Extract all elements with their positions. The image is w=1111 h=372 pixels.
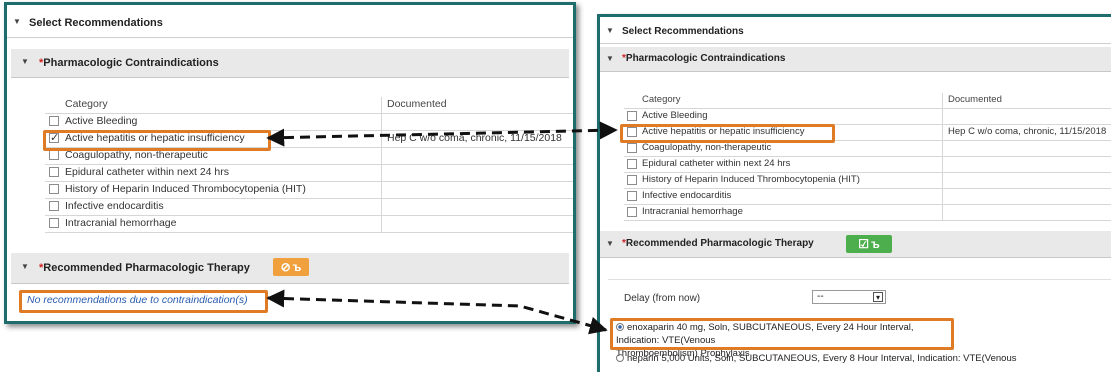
row-checkbox[interactable] [627, 175, 637, 185]
column-divider [942, 157, 943, 173]
row-checkbox[interactable] [627, 111, 637, 121]
column-divider [381, 97, 382, 114]
table-row[interactable]: Intracranial hemorrhage [624, 205, 1111, 221]
contraindications-title: Pharmacologic Contraindications [43, 57, 219, 69]
delay-select[interactable]: -- ▾ [812, 290, 886, 304]
table-row[interactable]: Epidural catheter within next 24 hrs [45, 165, 573, 182]
therapy-title: Recommended Pharmacologic Therapy [43, 262, 250, 274]
column-header-category: Category [65, 98, 108, 110]
collapse-triangle-icon[interactable]: ▼ [21, 262, 29, 271]
select-recommendations-header[interactable]: ▼ Select Recommendations [600, 21, 1111, 44]
column-divider [942, 93, 943, 109]
contraindications-header[interactable]: ▼ *Pharmacologic Contraindications [11, 49, 569, 78]
approved-badge[interactable]: ☑ ъ [846, 235, 892, 253]
column-header-documented: Documented [948, 94, 1002, 105]
column-divider [381, 182, 382, 199]
table-row[interactable]: Active Bleeding [45, 114, 573, 131]
table-row[interactable]: Infective endocarditis [45, 199, 573, 216]
checkbox-icon: ☑ [858, 237, 869, 251]
collapse-triangle-icon[interactable]: ▼ [606, 239, 614, 248]
right-screenshot-panel: ▼ Select Recommendations ▼ *Pharmacologi… [597, 14, 1111, 372]
row-checkbox[interactable] [49, 184, 59, 194]
contraindications-table: Category Documented Active Bleeding Acti… [624, 93, 1111, 231]
row-category: Epidural catheter within next 24 hrs [642, 158, 791, 169]
left-screenshot-panel: ▼ Select Recommendations ▼ *Pharmacologi… [4, 2, 576, 324]
row-checkbox[interactable] [49, 150, 59, 160]
row-checkbox[interactable] [627, 191, 637, 201]
contraindications-header[interactable]: ▼ *Pharmacologic Contraindications [600, 47, 1111, 72]
collapse-triangle-icon[interactable]: ▼ [21, 57, 29, 66]
row-checkbox[interactable] [627, 159, 637, 169]
table-row[interactable]: History of Heparin Induced Thrombocytope… [624, 173, 1111, 189]
delay-label: Delay (from now) [624, 293, 701, 304]
row-checkbox[interactable] [49, 201, 59, 211]
column-divider [381, 165, 382, 182]
column-divider [942, 141, 943, 157]
column-divider [381, 216, 382, 233]
section-title: Select Recommendations [622, 26, 744, 37]
column-divider [942, 109, 943, 125]
syringe-icon: ъ [871, 237, 880, 251]
column-divider [942, 205, 943, 221]
column-divider [942, 125, 943, 141]
column-divider [942, 189, 943, 205]
row-category: History of Heparin Induced Thrombocytope… [65, 183, 306, 195]
therapy-title: Recommended Pharmacologic Therapy [625, 238, 814, 249]
column-header-documented: Documented [387, 98, 447, 110]
section-title: Select Recommendations [29, 17, 163, 29]
delay-select-value: -- [817, 291, 824, 302]
table-header-row: Category Documented [45, 97, 573, 114]
contraindications-title: Pharmacologic Contraindications [625, 53, 786, 64]
column-divider [942, 173, 943, 189]
row-category: Active Bleeding [65, 115, 138, 127]
column-divider [381, 114, 382, 131]
row-category: Epidural catheter within next 24 hrs [65, 166, 230, 178]
select-recommendations-header[interactable]: ▼ Select Recommendations [7, 11, 573, 38]
highlight-box [43, 130, 271, 151]
row-checkbox[interactable] [49, 167, 59, 177]
collapse-triangle-icon[interactable]: ▼ [606, 54, 614, 63]
row-category: Intracranial hemorrhage [642, 206, 743, 217]
divider [608, 267, 1111, 280]
chevron-down-icon[interactable]: ▾ [873, 292, 883, 302]
highlight-box [19, 290, 268, 313]
row-checkbox[interactable] [627, 143, 637, 153]
table-row[interactable]: Epidural catheter within next 24 hrs [624, 157, 1111, 173]
row-category: History of Heparin Induced Thrombocytope… [642, 174, 860, 185]
row-category: Active Bleeding [642, 110, 708, 121]
table-row[interactable]: Intracranial hemorrhage [45, 216, 573, 233]
syringe-icon: ъ [292, 260, 302, 274]
row-category: Infective endocarditis [642, 190, 732, 201]
row-checkbox[interactable] [49, 116, 59, 126]
therapy-header[interactable]: ▼ *Recommended Pharmacologic Therapy ⊘ ъ [11, 253, 569, 284]
collapse-triangle-icon[interactable]: ▼ [606, 26, 614, 35]
row-category: Infective endocarditis [65, 200, 164, 212]
row-documented: Hep C w/o coma, chronic, 11/15/2018 [948, 126, 1107, 137]
contraindicated-badge[interactable]: ⊘ ъ [273, 258, 309, 276]
column-divider [381, 131, 382, 148]
prohibited-icon: ⊘ [280, 260, 291, 274]
table-row[interactable]: Coagulopathy, non-therapeutic [624, 141, 1111, 157]
therapy-header[interactable]: ▼ *Recommended Pharmacologic Therapy ☑ ъ [600, 231, 1111, 258]
column-divider [381, 148, 382, 165]
table-header-row: Category Documented [624, 93, 1111, 109]
row-documented: Hep C w/o coma, chronic, 11/15/2018 [387, 132, 562, 144]
row-checkbox[interactable] [49, 218, 59, 228]
column-header-category: Category [642, 94, 681, 105]
contraindications-table: Category Documented Active Bleeding ✓ Ac… [45, 97, 573, 245]
row-checkbox[interactable] [627, 207, 637, 217]
table-row[interactable]: History of Heparin Induced Thrombocytope… [45, 182, 573, 199]
highlight-box [610, 318, 954, 350]
highlight-box [620, 124, 835, 143]
option-text: heparin 5,000 Units, Soln, SUBCUTANEOUS,… [627, 353, 1017, 364]
column-divider [381, 199, 382, 216]
row-category: Coagulopathy, non-therapeutic [642, 142, 772, 153]
recommendation-option-heparin[interactable]: heparin 5,000 Units, Soln, SUBCUTANEOUS,… [616, 353, 1111, 364]
collapse-triangle-icon[interactable]: ▼ [13, 17, 21, 26]
table-row[interactable]: Infective endocarditis [624, 189, 1111, 205]
row-category: Intracranial hemorrhage [65, 217, 177, 229]
table-row[interactable]: Active Bleeding [624, 109, 1111, 125]
radio-unselected[interactable] [616, 354, 624, 363]
